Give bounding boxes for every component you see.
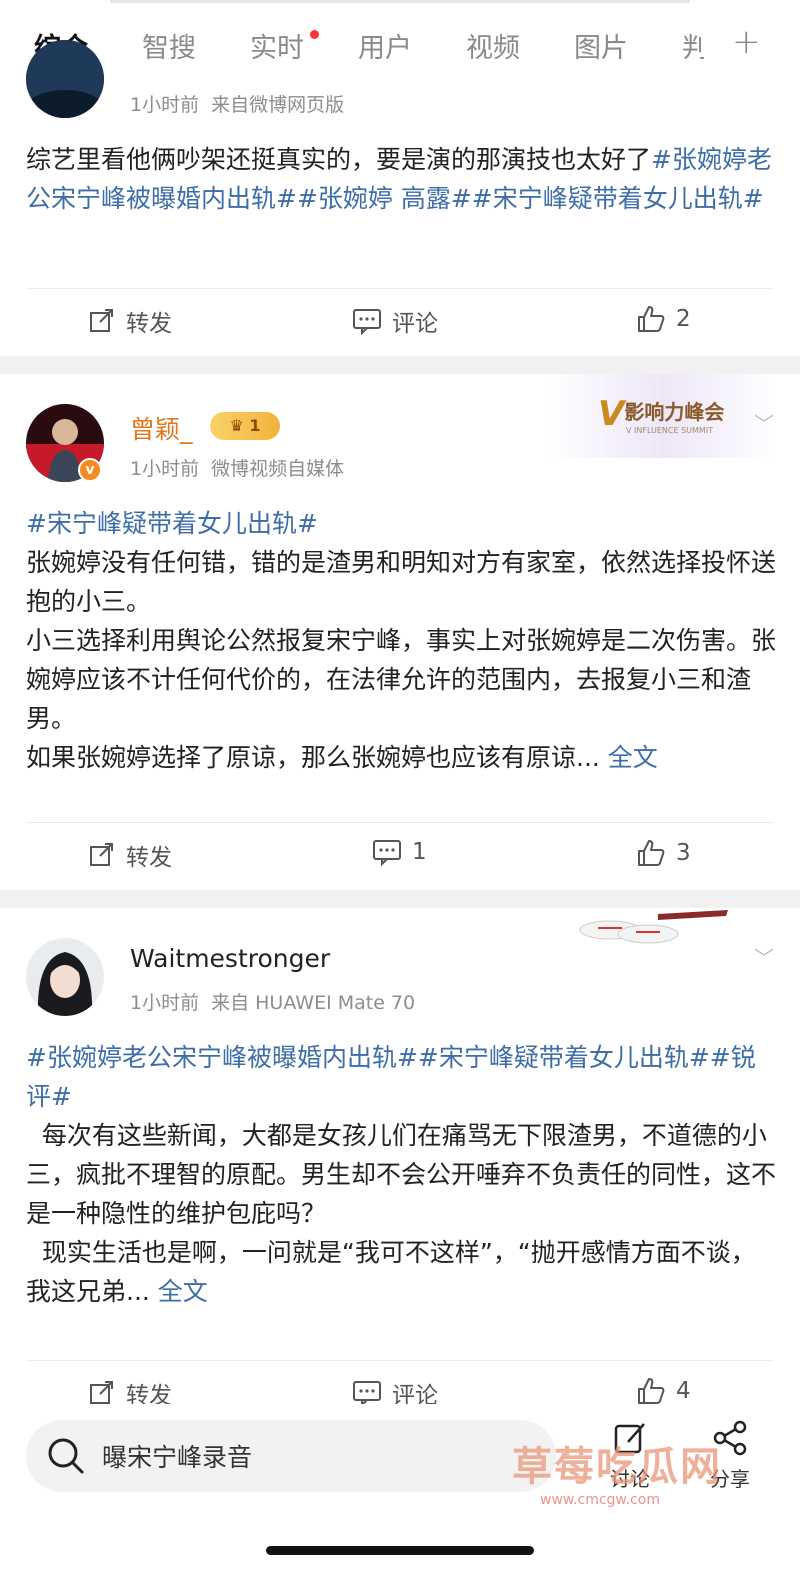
post-body: 综艺里看他俩吵架还挺真实的，要是演的那演技也太好了#张婉婷老公宋宁峰被曝婚内出轨… <box>26 140 776 218</box>
repost-icon <box>90 843 113 866</box>
comment-icon <box>353 309 381 335</box>
v-logo-icon: V <box>598 394 625 434</box>
crown-icon: ♛ <box>229 416 244 435</box>
post-3: Waitmestronger ﹀ 1小时前 来自 HUAWEI Mate 70 #… <box>0 908 800 1409</box>
post-hashtag[interactable]: #宋宁峰疑带着女儿出轨# <box>26 504 776 543</box>
post-text: 综艺里看他俩吵架还挺真实的，要是演的那演技也太好了 <box>26 145 652 174</box>
add-tab-icon[interactable]: + <box>732 22 761 62</box>
influence-summit-badge[interactable]: V影响力峰会 V INFLUENCE SUMMIT <box>598 394 748 435</box>
post-actions: 转发 1 3 <box>0 838 800 878</box>
like-button[interactable]: 4 <box>636 1376 691 1406</box>
search-tab-bar: 综合 智搜 实时 用户 视频 图片 判 + <box>0 0 800 96</box>
avatar[interactable] <box>26 938 104 1016</box>
post-paragraph-2: 现实生活也是啊，一问就是“我可不这样”，“抛开感情方面不谈，我这兄弟... 全文 <box>26 1238 756 1306</box>
watermark-url: www.cmcgw.com <box>540 1492 660 1508</box>
tab-users[interactable]: 用户 <box>358 26 412 65</box>
bottom-search-bar: 曝宋宁峰录音 讨论 分享 草莓吃瓜网 www.cmcgw.com <box>0 1404 800 1572</box>
comment-icon <box>353 1381 381 1407</box>
like-button[interactable]: 2 <box>636 304 691 334</box>
repost-icon <box>90 309 113 332</box>
search-input[interactable]: 曝宋宁峰录音 <box>26 1420 556 1492</box>
member-level-badge: ♛ 1 <box>210 412 280 440</box>
divider <box>26 1360 774 1361</box>
shoes-decoration <box>578 908 738 948</box>
post-source: 来自微博网页版 <box>211 94 345 116</box>
post-paragraph-1: 张婉婷没有任何错，错的是渣男和明知对方有家室，依然选择投怀送抱的小三。 <box>26 548 777 616</box>
post-meta: 1小时前 来自微博网页版 <box>130 90 356 117</box>
comment-icon <box>373 840 401 866</box>
thumbs-up-icon <box>638 840 665 866</box>
chevron-down-icon[interactable]: ﹀ <box>754 942 774 971</box>
feed-separator <box>0 356 800 374</box>
post-time: 1小时前 <box>130 94 200 116</box>
post-1: 1小时前 来自微博网页版 综艺里看他俩吵架还挺真实的，要是演的那演技也太好了#张婉… <box>0 40 800 356</box>
comment-button[interactable]: 1 <box>372 838 427 866</box>
post-body: #宋宁峰疑带着女儿出轨# 张婉婷没有任何错，错的是渣男和明知对方有家室，依然选择… <box>26 504 776 777</box>
post-source: 微博视频自媒体 <box>211 458 345 480</box>
post-author-name[interactable]: 曾颖_ <box>130 410 193 446</box>
avatar[interactable] <box>26 40 104 118</box>
post-meta: 1小时前 来自 HUAWEI Mate 70 <box>130 988 427 1015</box>
post-2: v 曾颖_ ♛ 1 V影响力峰会 V INFLUENCE SUMMIT ﹀ 1小… <box>0 374 800 890</box>
repost-button[interactable]: 转发 <box>88 304 172 338</box>
post-meta: 1小时前 微博视频自媒体 <box>130 454 356 481</box>
thumbs-up-icon <box>638 306 665 332</box>
divider <box>26 288 774 289</box>
read-more-link[interactable]: 全文 <box>608 743 658 772</box>
new-dot-icon <box>310 30 319 39</box>
tab-images[interactable]: 图片 <box>574 26 628 65</box>
chevron-down-icon[interactable]: ﹀ <box>754 408 774 437</box>
post-body: #张婉婷老公宋宁峰被曝婚内出轨##宋宁峰疑带着女儿出轨##锐评# 每次有这些新闻… <box>26 1038 776 1311</box>
read-more-link[interactable]: 全文 <box>158 1277 208 1306</box>
post-paragraph-3: 如果张婉婷选择了原谅，那么张婉婷也应该有原谅... 全文 <box>26 743 658 772</box>
post-paragraph-1: 每次有这些新闻，大都是女孩儿们在痛骂无下限渣男，不道德的小三，疯批不理智的原配。… <box>26 1121 777 1228</box>
post-hashtags[interactable]: #张婉婷老公宋宁峰被曝婚内出轨##宋宁峰疑带着女儿出轨##锐评# <box>26 1038 776 1116</box>
tab-more-clipped[interactable]: 判 <box>682 26 704 65</box>
post-source: 来自 HUAWEI Mate 70 <box>211 992 416 1014</box>
status-strip <box>110 0 690 3</box>
verified-badge-icon: v <box>78 458 102 482</box>
post-author-name[interactable]: Waitmestronger <box>130 944 330 973</box>
post-time: 1小时前 <box>130 458 200 480</box>
repost-button[interactable]: 转发 <box>88 838 172 872</box>
like-button[interactable]: 3 <box>636 838 691 868</box>
repost-icon <box>90 1381 113 1404</box>
feed-separator <box>0 890 800 908</box>
search-icon <box>48 1438 84 1474</box>
post-paragraph-2: 小三选择利用舆论公然报复宋宁峰，事实上对张婉婷是二次伤害。张婉婷应该不计任何代价… <box>26 626 777 733</box>
post-time: 1小时前 <box>130 992 200 1014</box>
comment-button[interactable]: 评论 <box>352 304 438 338</box>
watermark-logo: 草莓吃瓜网 <box>512 1444 722 1490</box>
thumbs-up-icon <box>638 1378 665 1404</box>
divider <box>26 822 774 823</box>
tab-realtime[interactable]: 实时 <box>250 26 304 65</box>
tab-smart-search[interactable]: 智搜 <box>142 26 196 65</box>
tab-videos[interactable]: 视频 <box>466 26 520 65</box>
post-actions: 转发 评论 2 <box>0 304 800 344</box>
search-text: 曝宋宁峰录音 <box>102 1443 253 1472</box>
home-indicator[interactable] <box>266 1546 534 1555</box>
